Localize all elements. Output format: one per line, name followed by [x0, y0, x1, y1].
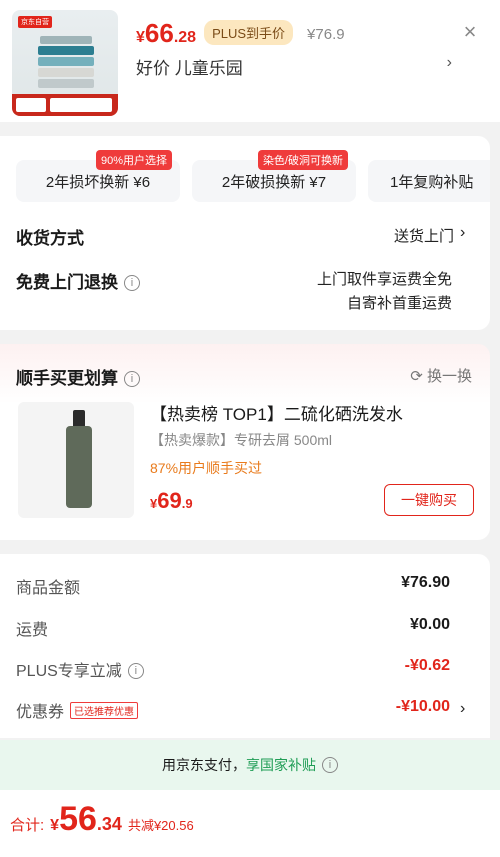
chevron-right-icon: ›	[460, 224, 466, 241]
returns-line-1: 上门取件享运费全免	[316, 271, 452, 288]
summary-row-shipping: 运费 ¥0.00	[16, 616, 450, 639]
addon-product-name[interactable]: 【热卖榜 TOP1】二硫化硒洗发水	[150, 400, 403, 425]
jd-self-tag: 京东自营	[18, 16, 52, 28]
price-integer: 66	[144, 18, 174, 48]
info-icon[interactable]: i	[124, 275, 140, 291]
addon-product-stat: 87%用户顺手买过	[150, 460, 263, 476]
summary-row-subtotal: 商品金额 ¥76.90	[16, 574, 450, 597]
total-bar: 合计: ¥ 56 .34 共减¥20.56	[0, 790, 500, 857]
shop-name: 好价 儿童乐园	[136, 59, 243, 78]
total-discount: 共减¥20.56	[127, 818, 194, 833]
service-option-2[interactable]: 2年破损换新 ¥7 染色/破洞可换新	[192, 150, 356, 202]
price-symbol: ¥	[136, 29, 145, 46]
service-option-1[interactable]: 2年损坏换新 ¥6 90%用户选择	[16, 150, 180, 202]
addon-card: 顺手买更划算 i ⟳ 换一换 【热卖榜 TOP1】二硫化硒洗发水 【热卖爆款】专研…	[0, 344, 490, 540]
returns-line-2: 自寄补首重运费	[346, 295, 452, 312]
price-summary: 商品金额 ¥76.90 运费 ¥0.00 PLUS专享立减 i -¥0.62 优惠…	[0, 554, 490, 738]
product-header: 京东自营 ¥ 66 .28 PLUS到手价 ¥76.9 × 好价 儿童乐园 ›	[0, 0, 500, 122]
chevron-right-icon: ›	[446, 54, 452, 71]
service-label: 1年复购补贴	[390, 173, 474, 191]
original-price: ¥76.9	[307, 26, 345, 43]
delivery-label: 收货方式	[16, 229, 84, 248]
service-label: 2年破损换新 ¥7	[221, 173, 327, 191]
addon-title: 顺手买更划算 i	[16, 364, 140, 389]
service-badge: 90%用户选择	[95, 150, 172, 170]
service-option-3[interactable]: 1年复购补贴	[368, 160, 490, 202]
subsidy-banner[interactable]: 用京东支付，享国家补贴 i	[0, 740, 500, 790]
info-icon[interactable]: i	[127, 663, 144, 679]
info-icon[interactable]: i	[124, 371, 140, 387]
swap-button[interactable]: ⟳ 换一换	[410, 365, 472, 386]
summary-row-plus-discount: PLUS专享立减 i -¥0.62	[16, 657, 450, 680]
delivery-value[interactable]: 送货上门	[394, 225, 454, 246]
total-amount: 合计: ¥ 56 .34 共减¥20.56	[10, 800, 194, 838]
close-icon[interactable]: ×	[458, 20, 482, 44]
returns-label: 免费上门退换 i	[16, 268, 140, 293]
service-label: 2年损坏换新 ¥6	[45, 173, 151, 191]
coupon-tag: 已选推荐优惠	[70, 702, 139, 719]
one-click-buy-button[interactable]: 一键购买	[384, 484, 474, 516]
shop-link[interactable]: 好价 儿童乐园 ›	[136, 54, 452, 78]
addon-product-desc: 【热卖爆款】专研去屑 500ml	[150, 432, 333, 448]
info-icon: i	[322, 757, 338, 773]
summary-row-coupon[interactable]: 优惠券 已选推荐优惠 -¥10.00	[16, 698, 450, 721]
addon-product-price: ¥ 69 .9	[150, 488, 193, 513]
product-thumbnail[interactable]: 京东自营	[12, 10, 118, 116]
price-row: ¥ 66 .28 PLUS到手价 ¥76.9	[136, 18, 345, 49]
addon-product-image[interactable]	[18, 402, 134, 518]
plus-price-badge: PLUS到手价	[204, 20, 294, 45]
chevron-right-icon[interactable]: ›	[460, 700, 465, 718]
refresh-icon: ⟳	[410, 368, 423, 385]
service-card: 2年损坏换新 ¥6 90%用户选择 2年破损换新 ¥7 染色/破洞可换新 1年复…	[0, 136, 490, 330]
service-badge: 染色/破洞可换新	[257, 150, 348, 170]
price-decimal: .28	[173, 29, 197, 46]
